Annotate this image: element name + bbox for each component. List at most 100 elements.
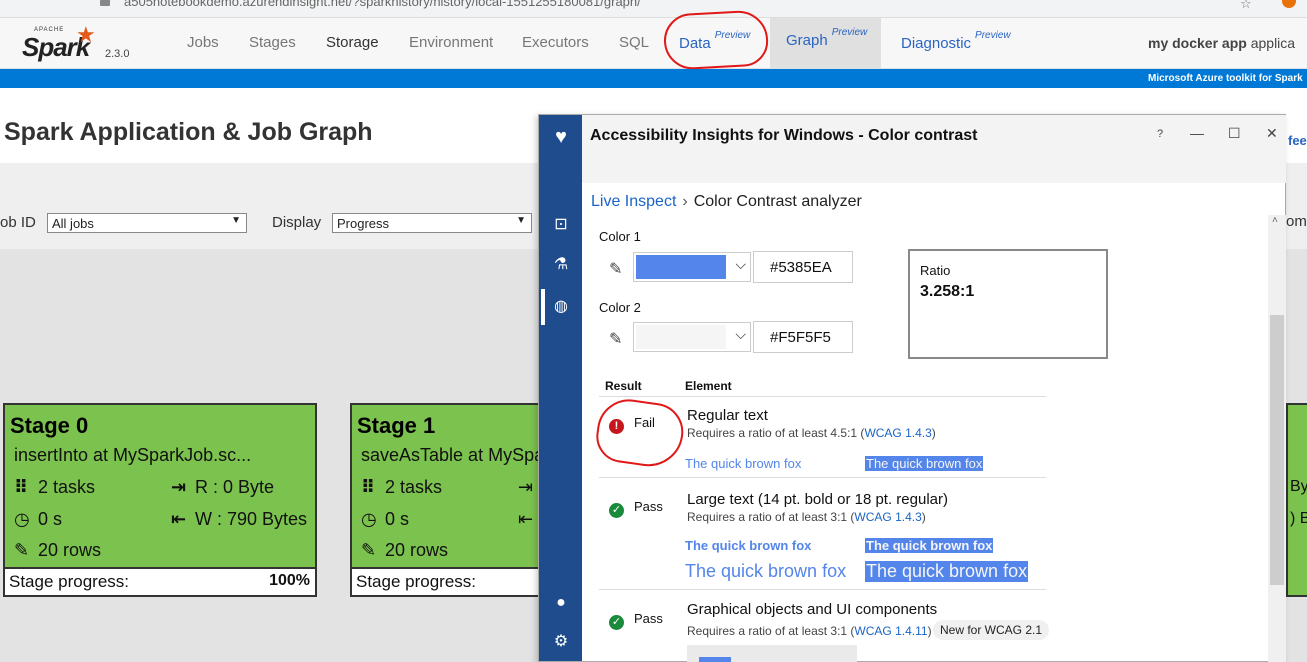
job-id-select[interactable]: All jobs ▼: [47, 213, 247, 233]
new-badge: New for WCAG 2.1: [933, 620, 1050, 640]
spark-logo[interactable]: APACHE Spark ★ 2.3.0: [22, 22, 132, 66]
color1-picker[interactable]: ⌵: [633, 252, 751, 282]
wcag-link[interactable]: WCAG 1.4.3: [854, 510, 921, 524]
azure-toolkit-bar: Microsoft Azure toolkit for Spark: [0, 69, 1307, 88]
settings-gear-icon[interactable]: ⚙: [551, 632, 571, 652]
breadcrumb: Live Inspect › Color Contrast analyzer: [591, 193, 862, 211]
page-title: Spark Application & Job Graph: [4, 118, 373, 146]
annotation-circle: [662, 9, 770, 71]
close-button[interactable]: ✕: [1266, 125, 1278, 142]
annotation-circle: [592, 395, 688, 471]
spark-version: 2.3.0: [105, 48, 130, 60]
nav-jobs[interactable]: Jobs: [187, 34, 219, 51]
dropdown-arrow-icon: ▼: [516, 215, 526, 226]
stage-title: Stage 1: [357, 413, 436, 438]
chevron-down-icon: ⌵: [735, 326, 746, 342]
wcag-link[interactable]: WCAG 1.4.11: [854, 624, 927, 638]
minimize-button[interactable]: —: [1190, 125, 1204, 141]
stage-progress: Stage progress: 100%: [5, 567, 315, 595]
dropdown-arrow-icon: ▼: [231, 215, 241, 226]
edit-icon: ✎: [361, 540, 377, 560]
palette-icon[interactable]: ◍: [551, 297, 571, 317]
stage-tasks: ⠿ 2 tasks: [361, 477, 443, 497]
nav-environment[interactable]: Environment: [409, 34, 493, 51]
nav-diagnostic[interactable]: Diagnostic Preview: [901, 30, 1011, 52]
sample-text-inverse: The quick brown fox: [865, 538, 994, 553]
chevron-right-icon: ›: [682, 193, 688, 210]
nav-storage[interactable]: Storage: [326, 34, 379, 51]
result-status: ✓ Pass: [609, 499, 663, 518]
breadcrumb-live-inspect[interactable]: Live Inspect: [591, 193, 676, 210]
stage-node-1[interactable]: Stage 1 saveAsTable at MySpa ⠿ 2 tasks ⇥ …: [350, 403, 550, 597]
stage-read: ⇥ R : 0 Byte: [171, 477, 275, 497]
flask-icon[interactable]: ⚗: [551, 255, 571, 275]
inspect-icon[interactable]: ⊡: [551, 215, 571, 235]
color2-label: Color 2: [599, 300, 641, 315]
color2-hex-input[interactable]: #F5F5F5: [753, 321, 853, 353]
window-titlebar: Accessibility Insights for Windows - Col…: [582, 115, 1286, 183]
scroll-thumb[interactable]: [1270, 315, 1284, 585]
scrollbar[interactable]: ˄: [1268, 215, 1286, 662]
stage-progress: Stage progress:: [352, 567, 550, 595]
eyedropper-icon[interactable]: ✎: [609, 329, 622, 349]
nav-sql[interactable]: SQL: [619, 34, 649, 51]
result-requirement: Requires a ratio of at least 3:1 (WCAG 1…: [687, 510, 926, 524]
feedback-link[interactable]: fee: [1288, 133, 1307, 148]
stage-time: ◷ 0 s: [361, 509, 410, 529]
sign-out-icon: ⇤: [518, 509, 534, 529]
result-title: Large text (14 pt. bold or 18 pt. regula…: [687, 491, 948, 508]
scroll-up-icon[interactable]: ˄: [1272, 215, 1278, 226]
stage-rows: ✎ 20 rows: [361, 540, 449, 560]
graphic-sample: [687, 645, 857, 662]
side-rail: ♥ ⊡ ⚗ ◍ ● ⚙: [539, 115, 582, 661]
stage-subtitle: saveAsTable at MySpa: [361, 445, 545, 465]
checkmark-icon: ✓: [609, 615, 624, 630]
help-icon[interactable]: ?: [1157, 128, 1163, 140]
nav-stages[interactable]: Stages: [249, 34, 296, 51]
url-text: a505notebookdemo.azurehdinsight.net/?spa…: [124, 0, 641, 9]
checkmark-icon: ✓: [609, 503, 624, 518]
stage-title: Stage 0: [10, 413, 89, 438]
sample-text: The quick brown fox: [685, 561, 847, 581]
result-header: Result: [605, 379, 642, 393]
selected-indicator: [541, 289, 545, 325]
stage-write: ⇤ W : 790 Bytes: [171, 509, 308, 529]
eyedropper-icon[interactable]: ✎: [609, 259, 622, 279]
nav-graph[interactable]: Graph Preview: [770, 18, 882, 68]
sign-in-icon: ⇥: [518, 477, 534, 497]
display-label: Display: [272, 214, 322, 231]
extension-icon[interactable]: [1282, 0, 1296, 8]
clock-icon: ◷: [14, 509, 30, 529]
spark-navbar: APACHE Spark ★ 2.3.0 Jobs Stages Storage…: [0, 18, 1307, 69]
window-title: Accessibility Insights for Windows - Col…: [590, 127, 978, 144]
github-icon[interactable]: ●: [551, 593, 571, 613]
sample-text: The quick brown fox: [685, 456, 802, 471]
browser-address-bar[interactable]: a505notebookdemo.azurehdinsight.net/?spa…: [0, 0, 1307, 18]
nav-executors[interactable]: Executors: [522, 34, 589, 51]
result-title: Regular text: [687, 407, 768, 424]
app-name: my docker app applica: [1148, 35, 1296, 51]
job-id-label: ob ID: [0, 214, 36, 231]
maximize-button[interactable]: ☐: [1228, 125, 1241, 142]
color2-picker[interactable]: ⌵: [633, 322, 751, 352]
bookmark-star-icon[interactable]: ☆: [1240, 0, 1252, 12]
breadcrumb-current: Color Contrast analyzer: [693, 193, 862, 210]
sign-out-icon: ⇤: [171, 509, 187, 529]
wcag-link[interactable]: WCAG 1.4.3: [864, 426, 931, 440]
ratio-value: 3.258:1: [920, 283, 975, 300]
stage-tasks: ⠿ 2 tasks: [14, 477, 96, 497]
clock-icon: ◷: [361, 509, 377, 529]
chevron-down-icon: ⌵: [735, 256, 746, 272]
stage-node-right[interactable]: By ) By: [1286, 403, 1307, 597]
accessibility-insights-window: ♥ ⊡ ⚗ ◍ ● ⚙ Accessibility Insights for W…: [538, 114, 1286, 662]
spark-star-icon: ★: [76, 22, 96, 47]
sample-text-inverse: The quick brown fox: [865, 561, 1029, 582]
stage-node-0[interactable]: Stage 0 insertInto at MySparkJob.sc... ⠿…: [3, 403, 317, 597]
color1-label: Color 1: [599, 229, 641, 244]
display-select[interactable]: Progress ▼: [332, 213, 532, 233]
result-requirement: Requires a ratio of at least 4.5:1 (WCAG…: [687, 426, 936, 440]
sample-text: The quick brown fox: [685, 538, 812, 553]
lock-icon: [100, 0, 110, 6]
heart-logo-icon: ♥: [555, 126, 567, 148]
color1-hex-input[interactable]: #5385EA: [753, 251, 853, 283]
